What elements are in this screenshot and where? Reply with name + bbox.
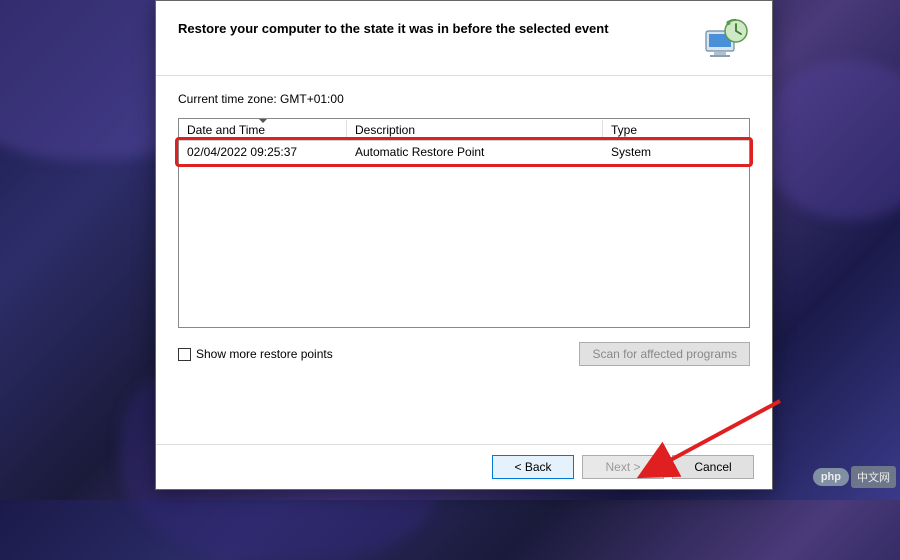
cancel-button[interactable]: Cancel <box>672 455 754 479</box>
dialog-content: Current time zone: GMT+01:00 Date and Ti… <box>156 76 772 376</box>
scan-affected-button[interactable]: Scan for affected programs <box>579 342 750 366</box>
checkbox-icon <box>178 348 191 361</box>
cell-datetime: 02/04/2022 09:25:37 <box>179 142 347 162</box>
table-header: Date and Time Description Type <box>179 119 749 141</box>
options-row: Show more restore points Scan for affect… <box>178 342 750 366</box>
system-restore-dialog: Restore your computer to the state it wa… <box>155 0 773 490</box>
watermark: php 中文网 <box>813 466 896 488</box>
column-label: Date and Time <box>187 123 265 137</box>
table-row[interactable]: 02/04/2022 09:25:37 Automatic Restore Po… <box>179 141 749 163</box>
watermark-text: 中文网 <box>851 466 896 488</box>
back-button[interactable]: < Back <box>492 455 574 479</box>
next-button[interactable]: Next > <box>582 455 664 479</box>
system-restore-icon <box>702 17 750 61</box>
show-more-checkbox[interactable]: Show more restore points <box>178 347 333 361</box>
dialog-header: Restore your computer to the state it wa… <box>156 1 772 75</box>
watermark-badge: php <box>813 468 849 486</box>
dialog-title: Restore your computer to the state it wa… <box>178 17 609 36</box>
cell-type: System <box>603 142 749 162</box>
dialog-footer: < Back Next > Cancel <box>156 444 772 489</box>
cell-description: Automatic Restore Point <box>347 142 603 162</box>
sort-descending-icon <box>259 119 267 123</box>
column-header-datetime[interactable]: Date and Time <box>179 120 347 140</box>
restore-points-table[interactable]: Date and Time Description Type 02/04/202… <box>178 118 750 328</box>
column-header-description[interactable]: Description <box>347 120 603 140</box>
column-header-type[interactable]: Type <box>603 120 749 140</box>
checkbox-label: Show more restore points <box>196 347 333 361</box>
timezone-label: Current time zone: GMT+01:00 <box>178 92 750 106</box>
